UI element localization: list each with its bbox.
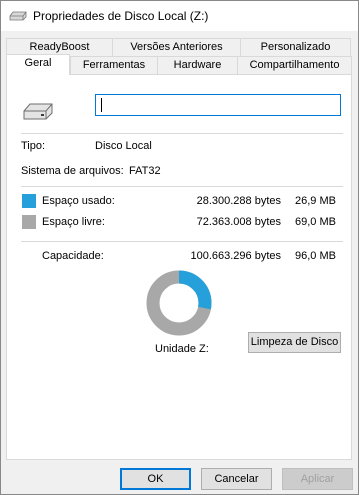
separator xyxy=(21,186,343,187)
window-title: Propriedades de Disco Local (Z:) xyxy=(33,9,209,23)
used-space-size: 26,9 MB xyxy=(295,195,336,207)
filesystem-value: FAT32 xyxy=(129,165,161,177)
used-space-swatch xyxy=(22,194,36,208)
drive-icon-large xyxy=(23,103,53,120)
capacity-label: Capacidade: xyxy=(42,250,104,262)
apply-button[interactable]: Aplicar xyxy=(282,468,353,490)
cancel-button[interactable]: Cancelar xyxy=(201,468,272,490)
separator xyxy=(21,241,343,242)
tab-ferramentas[interactable]: Ferramentas xyxy=(70,56,158,74)
type-value: Disco Local xyxy=(95,140,152,152)
ok-button[interactable]: OK xyxy=(120,468,191,490)
used-space-label: Espaço usado: xyxy=(42,195,115,207)
free-space-swatch xyxy=(22,215,36,229)
text-caret xyxy=(101,98,102,112)
drive-name-field[interactable] xyxy=(95,94,341,116)
separator xyxy=(21,133,343,134)
capacity-size: 96,0 MB xyxy=(295,250,336,262)
drive-letter-label: Unidade Z: xyxy=(155,343,209,355)
free-space-bytes: 72.363.008 bytes xyxy=(196,216,281,228)
tab-compartilhamento[interactable]: Compartilhamento xyxy=(237,56,352,74)
disk-cleanup-button[interactable]: Limpeza de Disco xyxy=(248,332,341,353)
tab-versoes-anteriores[interactable]: Versões Anteriores xyxy=(112,38,241,56)
tab-geral[interactable]: Geral xyxy=(6,54,70,75)
free-space-label: Espaço livre: xyxy=(42,216,105,228)
disk-usage-donut xyxy=(146,270,212,336)
type-label: Tipo: xyxy=(21,140,46,152)
used-space-bytes: 28.300.288 bytes xyxy=(196,195,281,207)
filesystem-label: Sistema de arquivos: xyxy=(21,165,124,177)
tab-personalizado[interactable]: Personalizado xyxy=(240,38,351,56)
drive-icon xyxy=(9,11,27,21)
tab-hardware[interactable]: Hardware xyxy=(157,56,238,74)
free-space-size: 69,0 MB xyxy=(295,216,336,228)
capacity-bytes: 100.663.296 bytes xyxy=(190,250,281,262)
general-panel xyxy=(6,74,352,460)
title-bar[interactable]: Propriedades de Disco Local (Z:) xyxy=(1,1,358,31)
